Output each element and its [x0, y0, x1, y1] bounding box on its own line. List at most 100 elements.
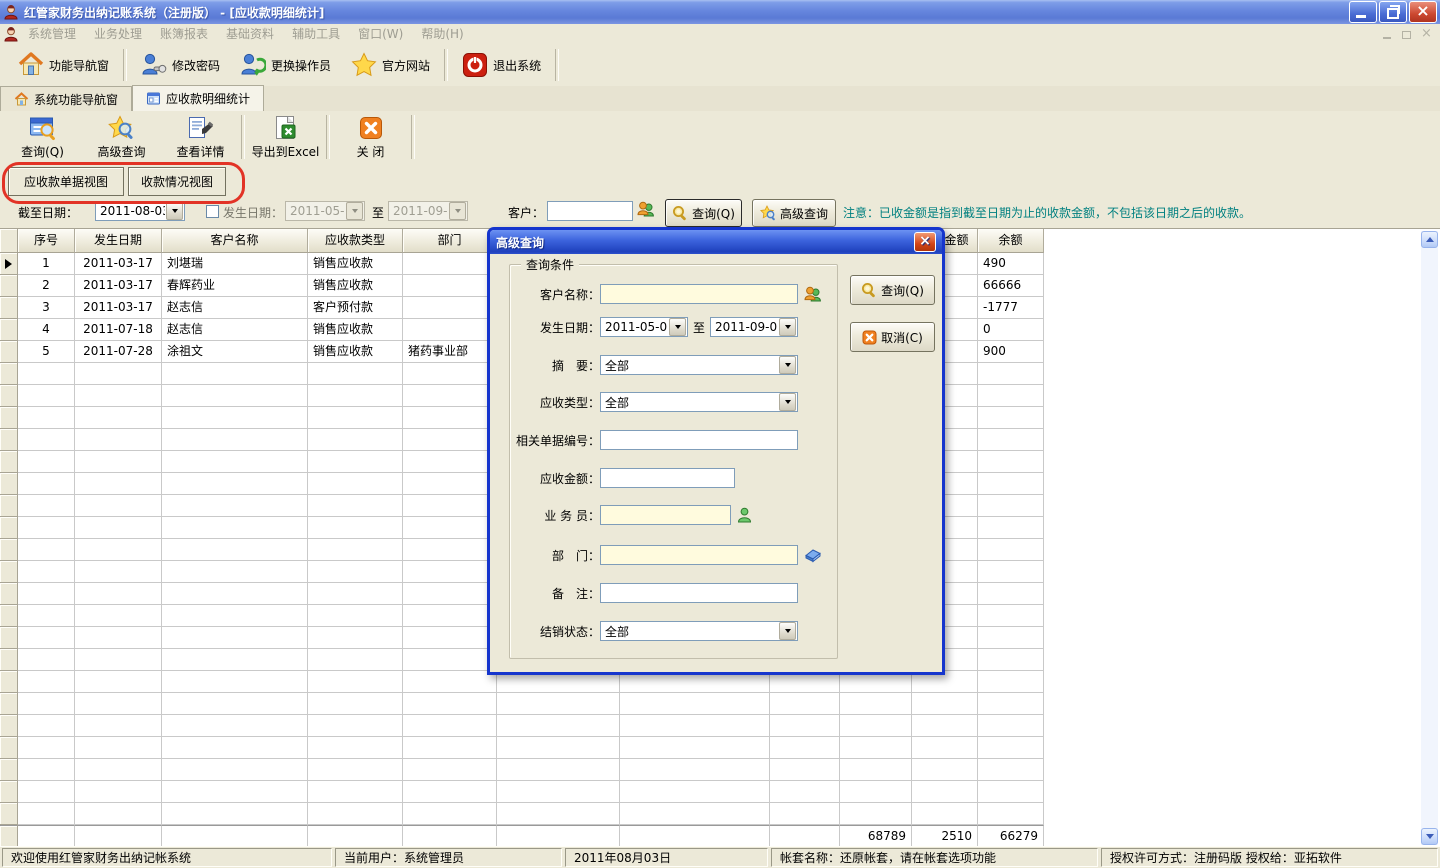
- toolbar-button[interactable]: 退出系统: [452, 48, 551, 82]
- chevron-down-icon[interactable]: [669, 318, 686, 336]
- minimize-button[interactable]: [1349, 1, 1377, 23]
- department-input[interactable]: [600, 545, 798, 565]
- table-cell[interactable]: 2011-07-28: [75, 341, 162, 363]
- table-cell[interactable]: 销售应收款: [308, 341, 403, 363]
- table-cell[interactable]: -1777: [978, 297, 1044, 319]
- occur-date-to-combo[interactable]: 2011-09-03: [710, 317, 798, 337]
- related-doc-no-input[interactable]: [600, 430, 798, 450]
- report-toolbar-button[interactable]: 查询(Q): [3, 113, 82, 161]
- table-cell[interactable]: 0: [978, 319, 1044, 341]
- menu-item[interactable]: 账簿报表: [151, 24, 217, 44]
- table-cell[interactable]: 涂祖文: [162, 341, 308, 363]
- chevron-down-icon[interactable]: [779, 356, 796, 374]
- table-cell[interactable]: 赵志信: [162, 319, 308, 341]
- table-cell[interactable]: 猪药事业部: [403, 341, 497, 363]
- restore-button[interactable]: [1379, 1, 1407, 23]
- table-cell[interactable]: 春辉药业: [162, 275, 308, 297]
- report-toolbar-button[interactable]: 导出到Excel: [246, 113, 325, 161]
- table-cell[interactable]: 2011-07-18: [75, 319, 162, 341]
- report-toolbar-button[interactable]: 查看详情: [161, 113, 240, 161]
- row-selector[interactable]: [0, 319, 18, 341]
- occur-date-from-combo[interactable]: 2011-05-03: [600, 317, 688, 337]
- occur-date-checkbox[interactable]: [206, 205, 219, 218]
- menu-item[interactable]: 系统管理: [19, 24, 85, 44]
- report-toolbar-button[interactable]: 高级查询: [82, 113, 161, 161]
- report-toolbar-button[interactable]: 关 闭: [331, 113, 410, 161]
- table-cell[interactable]: 3: [18, 297, 75, 319]
- table-cell[interactable]: [403, 297, 497, 319]
- table-cell[interactable]: 490: [978, 253, 1044, 275]
- chevron-down-icon[interactable]: [779, 622, 796, 640]
- column-header[interactable]: 发生日期: [75, 229, 162, 253]
- menu-item[interactable]: 窗口(W): [349, 24, 412, 44]
- mdi-minimize-button[interactable]: [1381, 27, 1396, 41]
- receivable-amount-input[interactable]: [600, 468, 735, 488]
- person-green-icon[interactable]: [737, 507, 752, 523]
- scroll-up-button[interactable]: [1421, 231, 1438, 248]
- table-cell[interactable]: 销售应收款: [308, 275, 403, 297]
- dialog-query-button[interactable]: 查询(Q): [850, 275, 935, 305]
- table-cell[interactable]: 2011-03-17: [75, 253, 162, 275]
- table-cell[interactable]: 刘堪瑞: [162, 253, 308, 275]
- chevron-down-icon[interactable]: [779, 393, 796, 411]
- scroll-down-button[interactable]: [1421, 828, 1438, 845]
- table-cell[interactable]: 66666: [978, 275, 1044, 297]
- table-cell[interactable]: 2: [18, 275, 75, 297]
- view-button-receivable-docs[interactable]: 应收款单据视图: [8, 167, 124, 196]
- salesperson-input[interactable]: [600, 505, 731, 525]
- mdi-restore-button[interactable]: [1400, 27, 1415, 41]
- table-cell[interactable]: 客户预付款: [308, 297, 403, 319]
- table-cell[interactable]: [403, 275, 497, 297]
- column-header[interactable]: 序号: [18, 229, 75, 253]
- table-cell[interactable]: 900: [978, 341, 1044, 363]
- column-header[interactable]: 余额: [978, 229, 1044, 253]
- remark-input[interactable]: [600, 583, 798, 603]
- mdi-close-button[interactable]: [1419, 27, 1434, 41]
- people-icon[interactable]: [804, 286, 822, 303]
- menu-item[interactable]: 基础资料: [217, 24, 283, 44]
- toolbar-button[interactable]: 功能导航窗: [8, 48, 119, 82]
- column-header[interactable]: 部门: [403, 229, 497, 253]
- row-selector[interactable]: [0, 341, 18, 363]
- summary-combo[interactable]: 全部: [600, 355, 798, 375]
- row-selector[interactable]: [0, 275, 18, 297]
- query-button[interactable]: 查询(Q): [665, 199, 742, 227]
- toolbar-button[interactable]: 更换操作员: [230, 48, 341, 82]
- people-icon[interactable]: [637, 201, 655, 218]
- view-button-collection-status[interactable]: 收款情况视图: [128, 167, 226, 196]
- table-cell[interactable]: 赵志信: [162, 297, 308, 319]
- menu-item[interactable]: 业务处理: [85, 24, 151, 44]
- customer-input[interactable]: [547, 201, 633, 221]
- receivable-type-combo[interactable]: 全部: [600, 392, 798, 412]
- chevron-down-icon[interactable]: [166, 202, 183, 220]
- menu-item[interactable]: 辅助工具: [283, 24, 349, 44]
- table-cell[interactable]: [403, 319, 497, 341]
- vertical-scrollbar[interactable]: [1421, 231, 1438, 845]
- menu-item[interactable]: 帮助(H): [412, 24, 472, 44]
- table-cell[interactable]: 5: [18, 341, 75, 363]
- dialog-close-button[interactable]: [914, 232, 936, 252]
- advanced-query-button[interactable]: 高级查询: [752, 199, 836, 227]
- column-header[interactable]: 客户名称: [162, 229, 308, 253]
- table-cell[interactable]: 4: [18, 319, 75, 341]
- table-cell[interactable]: [403, 253, 497, 275]
- row-selector-header[interactable]: [0, 229, 18, 253]
- table-cell[interactable]: 销售应收款: [308, 253, 403, 275]
- tab-navigator[interactable]: 系统功能导航窗: [0, 86, 132, 111]
- row-selector[interactable]: [0, 297, 18, 319]
- book-icon[interactable]: [804, 547, 822, 563]
- column-header[interactable]: 应收款类型: [308, 229, 403, 253]
- table-cell[interactable]: 2011-03-17: [75, 275, 162, 297]
- table-cell[interactable]: 销售应收款: [308, 319, 403, 341]
- row-selector[interactable]: [0, 253, 18, 275]
- customer-name-input[interactable]: [600, 284, 798, 304]
- table-cell[interactable]: 1: [18, 253, 75, 275]
- toolbar-button[interactable]: 官方网站: [341, 48, 440, 82]
- toolbar-button[interactable]: 修改密码: [131, 48, 230, 82]
- cutoff-date-combo[interactable]: 2011-08-03: [95, 201, 185, 221]
- settlement-status-combo[interactable]: 全部: [600, 621, 798, 641]
- table-cell[interactable]: 2011-03-17: [75, 297, 162, 319]
- tab-receivable-report[interactable]: 应收款明细统计: [132, 85, 264, 111]
- chevron-down-icon[interactable]: [779, 318, 796, 336]
- close-button[interactable]: [1409, 1, 1437, 23]
